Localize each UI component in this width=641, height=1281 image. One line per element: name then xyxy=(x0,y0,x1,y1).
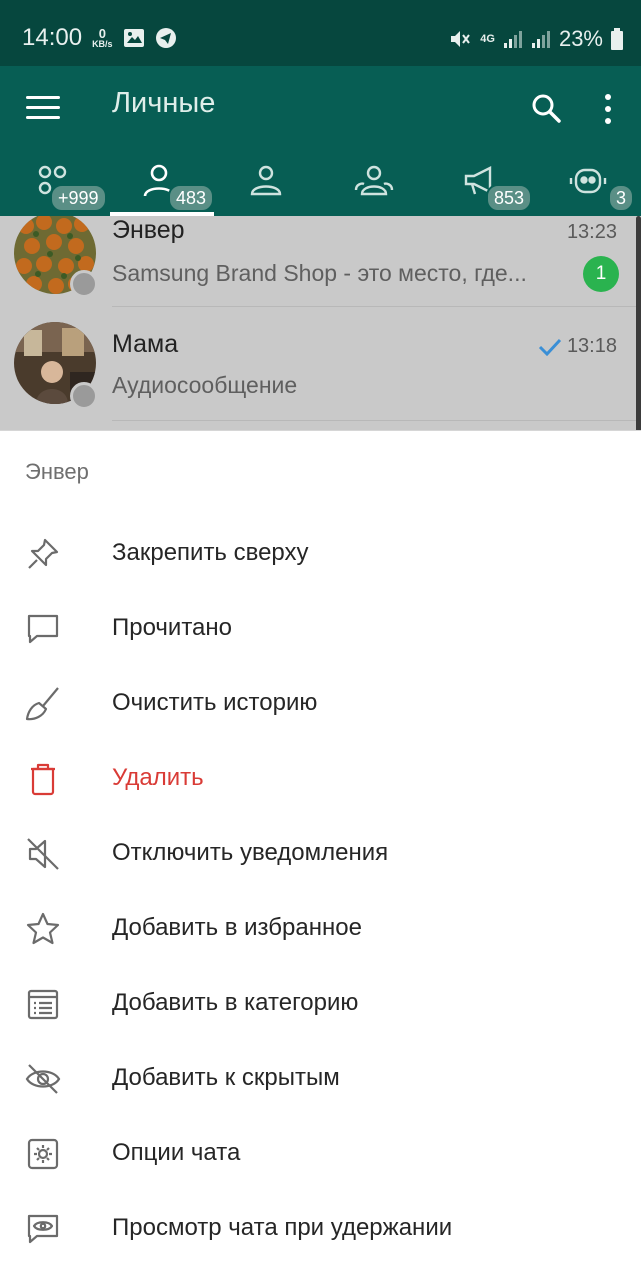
presence-dot xyxy=(70,270,98,298)
chat-preview: Аудиосообщение xyxy=(112,372,298,398)
tab-groups[interactable] xyxy=(236,162,326,216)
tab-supergroups[interactable] xyxy=(344,162,434,216)
chat-name: Энвер xyxy=(112,216,185,244)
unread-badge: 1 xyxy=(583,256,619,292)
menu-item-delete[interactable]: Удалить xyxy=(0,742,641,817)
menu-item-label: Удалить xyxy=(112,764,204,791)
chat-name: Мама xyxy=(112,330,179,358)
menu-item-pin[interactable]: Закрепить сверху xyxy=(0,517,641,592)
eye-off-icon xyxy=(25,1064,61,1094)
battery-icon xyxy=(611,28,623,50)
trash-icon xyxy=(31,763,55,796)
chat-row[interactable]: Энвер 13:23 Samsung Brand Shop - это мес… xyxy=(0,216,641,306)
tab-badge: 483 xyxy=(168,184,215,212)
chat-time: 13:23 xyxy=(566,221,617,243)
row-divider xyxy=(112,420,641,421)
search-icon[interactable] xyxy=(530,92,562,124)
battery-percent: 23% xyxy=(558,26,603,51)
supergroup-icon xyxy=(354,165,394,196)
chat-row[interactable]: Мама 13:18 Аудиосообщение xyxy=(0,308,641,420)
star-icon xyxy=(26,912,60,945)
tab-bots[interactable]: 3 xyxy=(560,162,641,216)
pin-icon xyxy=(28,538,59,569)
gear-icon xyxy=(27,1138,59,1170)
menu-item-label: Просмотр чата при удержании xyxy=(112,1214,453,1241)
menu-item-label: Добавить к скрытым xyxy=(112,1064,340,1091)
tab-badge: 853 xyxy=(486,184,533,212)
row-divider xyxy=(112,306,641,307)
presence-dot xyxy=(70,382,98,410)
menu-item-label: Очистить историю xyxy=(112,689,318,716)
folder-tabs: +999 483 853 3 xyxy=(0,162,641,216)
signal-icon-1 xyxy=(503,31,522,48)
status-right: 4G 23% xyxy=(448,26,623,52)
tab-badge: 3 xyxy=(608,184,635,212)
menu-item-chat-options[interactable]: Опции чата xyxy=(0,1117,641,1192)
chat-preview: Samsung Brand Shop - это место, где... xyxy=(112,260,527,286)
image-notification-icon xyxy=(123,29,144,47)
message-icon xyxy=(27,614,59,644)
status-time: 14:00 xyxy=(22,24,83,51)
menu-item-label: Закрепить сверху xyxy=(112,539,309,566)
read-check-icon xyxy=(538,338,562,356)
status-bar: 14:00 0 KB/s 4G 23% xyxy=(0,0,641,66)
menu-item-label: Добавить в избранное xyxy=(112,914,362,941)
bot-icon xyxy=(569,168,607,194)
status-left: 14:00 0 KB/s xyxy=(22,24,177,52)
menu-item-label: Опции чата xyxy=(112,1139,241,1166)
broom-icon xyxy=(25,687,59,721)
menu-item-label: Добавить в категорию xyxy=(112,989,359,1016)
app-bar: Личные +999 483 853 3 xyxy=(0,66,641,216)
tab-all[interactable]: +999 xyxy=(26,162,116,216)
menu-item-clear-history[interactable]: Очистить историю xyxy=(0,667,641,742)
menu-item-label: Прочитано xyxy=(112,614,232,641)
tab-badge: +999 xyxy=(50,184,107,212)
tab-channels[interactable]: 853 xyxy=(452,162,542,216)
chat-list: Энвер 13:23 Samsung Brand Shop - это мес… xyxy=(0,216,641,430)
scrollbar[interactable] xyxy=(636,216,641,442)
menu-item-label: Отключить уведомления xyxy=(112,839,389,866)
tab-personal[interactable]: 483 xyxy=(110,162,220,216)
group-icon xyxy=(250,165,282,196)
sheet-title: Энвер xyxy=(25,459,89,484)
more-vert-icon[interactable] xyxy=(598,92,618,126)
page-title: Личные xyxy=(112,87,216,119)
menu-icon[interactable] xyxy=(26,96,60,122)
network-speed-unit: KB/s xyxy=(92,39,113,49)
network-speed: 0 KB/s xyxy=(92,27,113,49)
mute-status-icon xyxy=(451,31,471,47)
preview-eye-icon xyxy=(27,1214,59,1244)
menu-item-hide[interactable]: Добавить к скрытым xyxy=(0,1042,641,1117)
menu-item-mark-read[interactable]: Прочитано xyxy=(0,592,641,667)
menu-item-favorite[interactable]: Добавить в избранное xyxy=(0,892,641,967)
mute-icon xyxy=(27,838,59,870)
signal-icon-2 xyxy=(531,31,550,48)
telegram-notification-icon xyxy=(155,28,176,48)
network-type: 4G xyxy=(480,33,495,45)
category-list-icon xyxy=(27,989,59,1020)
chat-actions-sheet: Энвер Закрепить сверху Прочитано Очистит… xyxy=(0,430,641,1281)
menu-item-category[interactable]: Добавить в категорию xyxy=(0,967,641,1042)
menu-item-mute[interactable]: Отключить уведомления xyxy=(0,817,641,892)
chat-time: 13:18 xyxy=(566,335,617,357)
menu-item-hold-preview[interactable]: Просмотр чата при удержании xyxy=(0,1192,641,1267)
